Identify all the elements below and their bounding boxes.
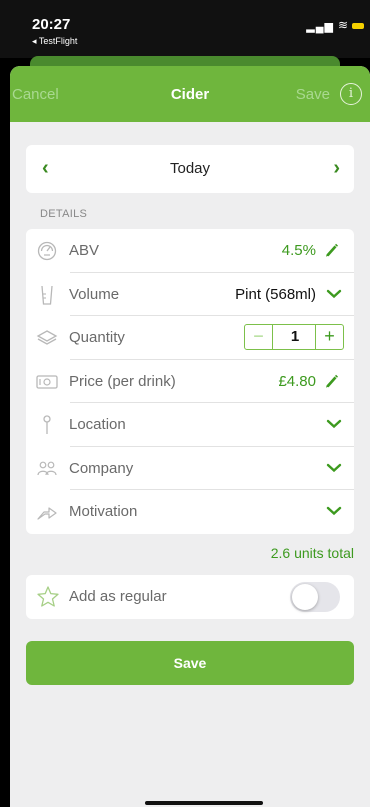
motivation-row[interactable]: Motivation <box>26 490 354 534</box>
details-card: ABV 4.5% Volume Pint (568ml) Quantity − … <box>26 229 354 534</box>
nav-save-button[interactable]: Save <box>296 86 330 103</box>
volume-row[interactable]: Volume Pint (568ml) <box>26 273 354 316</box>
add-as-regular-row: Add as regular <box>26 575 354 619</box>
add-as-regular-toggle[interactable] <box>290 582 340 612</box>
home-indicator[interactable] <box>145 801 263 805</box>
chevron-down-icon[interactable] <box>326 289 342 299</box>
people-icon <box>37 461 57 475</box>
price-row[interactable]: Price (per drink) £4.80 <box>26 360 354 403</box>
glass-icon <box>41 285 53 305</box>
quantity-decrement-button[interactable]: − <box>245 325 273 349</box>
details-header: DETAILS <box>40 208 88 220</box>
quantity-value[interactable]: 1 <box>273 325 317 349</box>
next-day-button[interactable]: › <box>333 157 340 180</box>
motivation-label: Motivation <box>69 503 138 520</box>
nav-bar: Cancel Cider Save i <box>10 66 370 122</box>
signal-icon: ▂▄▆ <box>306 21 334 33</box>
star-icon <box>37 586 59 607</box>
pencil-icon[interactable] <box>324 242 338 258</box>
quantity-increment-button[interactable]: + <box>315 325 343 349</box>
units-total: 2.6 units total <box>270 545 354 561</box>
volume-value: Pint (568ml) <box>235 285 316 303</box>
status-time: 20:27 <box>32 16 71 33</box>
price-value: £4.80 <box>278 372 316 390</box>
abv-row[interactable]: ABV 4.5% <box>26 229 354 273</box>
save-button[interactable]: Save <box>26 641 354 685</box>
chevron-down-icon[interactable] <box>326 463 342 473</box>
back-to-testflight-link[interactable]: ◂ TestFlight <box>32 36 77 47</box>
location-label: Location <box>69 416 126 433</box>
status-bar: 20:27 ◂ TestFlight ▂▄▆ ≋ <box>0 0 370 58</box>
toggle-knob <box>292 584 318 610</box>
drink-sheet: Cancel Cider Save i ‹ Today › DETAILS AB… <box>10 66 370 807</box>
info-icon[interactable]: i <box>340 83 362 105</box>
quantity-stepper: − 1 + <box>244 324 344 350</box>
company-row[interactable]: Company <box>26 447 354 490</box>
price-label: Price (per drink) <box>69 372 176 390</box>
pencil-icon[interactable] <box>324 373 338 389</box>
location-row[interactable]: Location <box>26 403 354 447</box>
chevron-down-icon[interactable] <box>326 419 342 429</box>
battery-icon <box>352 23 364 29</box>
add-as-regular-label: Add as regular <box>69 588 167 605</box>
arrow-icon <box>37 507 57 520</box>
quantity-row: Quantity − 1 + <box>26 316 354 360</box>
date-selector: ‹ Today › <box>26 145 354 193</box>
money-icon <box>36 374 58 389</box>
abv-label: ABV <box>69 242 100 259</box>
gauge-icon <box>37 241 57 261</box>
pin-icon <box>43 415 51 434</box>
wifi-icon: ≋ <box>337 18 348 32</box>
volume-label: Volume <box>69 285 120 303</box>
company-label: Company <box>69 459 134 477</box>
date-label: Today <box>169 160 211 177</box>
chevron-down-icon[interactable] <box>326 506 342 516</box>
abv-value: 4.5% <box>281 242 316 259</box>
layers-icon <box>36 330 58 345</box>
quantity-label: Quantity <box>69 329 125 346</box>
